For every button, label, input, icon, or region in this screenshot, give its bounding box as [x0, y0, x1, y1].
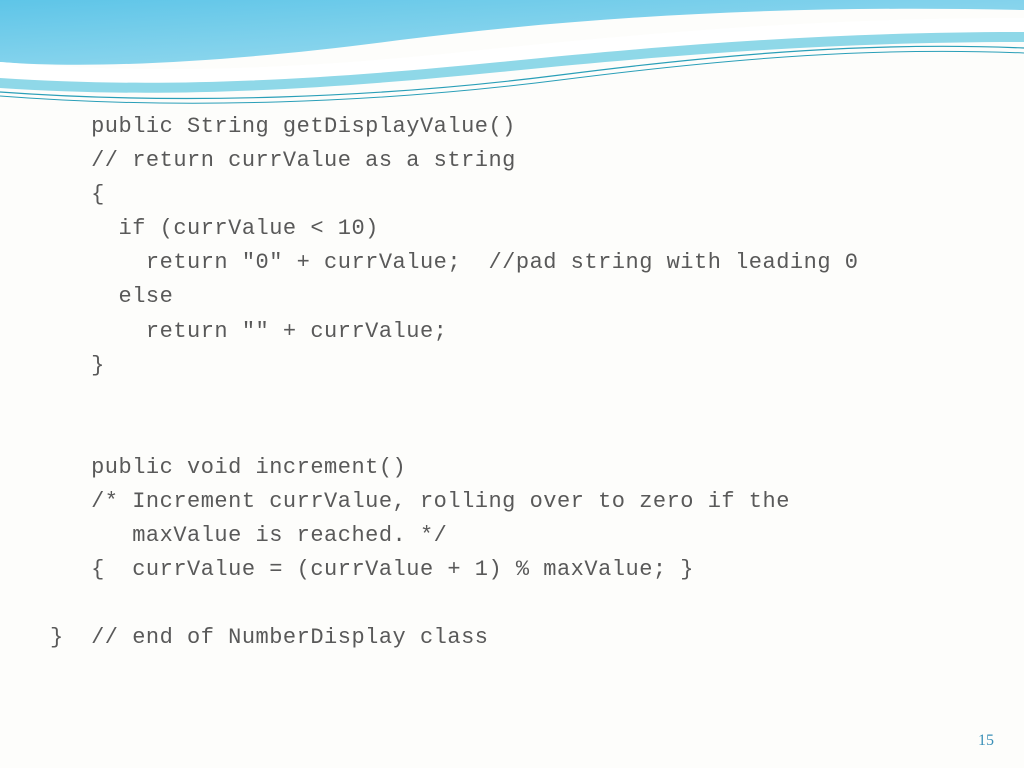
code-line: else [50, 284, 173, 309]
code-line: } [50, 353, 105, 378]
wave-decoration [0, 0, 1024, 120]
code-line: return "" + currValue; [50, 319, 447, 344]
code-line: { [50, 182, 105, 207]
code-line: } // end of NumberDisplay class [50, 625, 488, 650]
code-line: maxValue is reached. */ [50, 523, 447, 548]
code-line: if (currValue < 10) [50, 216, 379, 241]
code-line: // return currValue as a string [50, 148, 516, 173]
page-number: 15 [978, 732, 994, 750]
code-line: { currValue = (currValue + 1) % maxValue… [50, 557, 694, 582]
code-block: public String getDisplayValue() // retur… [50, 110, 974, 656]
code-line: public String getDisplayValue() [50, 114, 516, 139]
code-line: return "0" + currValue; //pad string wit… [50, 250, 858, 275]
code-line: /* Increment currValue, rolling over to … [50, 489, 790, 514]
code-line: public void increment() [50, 455, 406, 480]
